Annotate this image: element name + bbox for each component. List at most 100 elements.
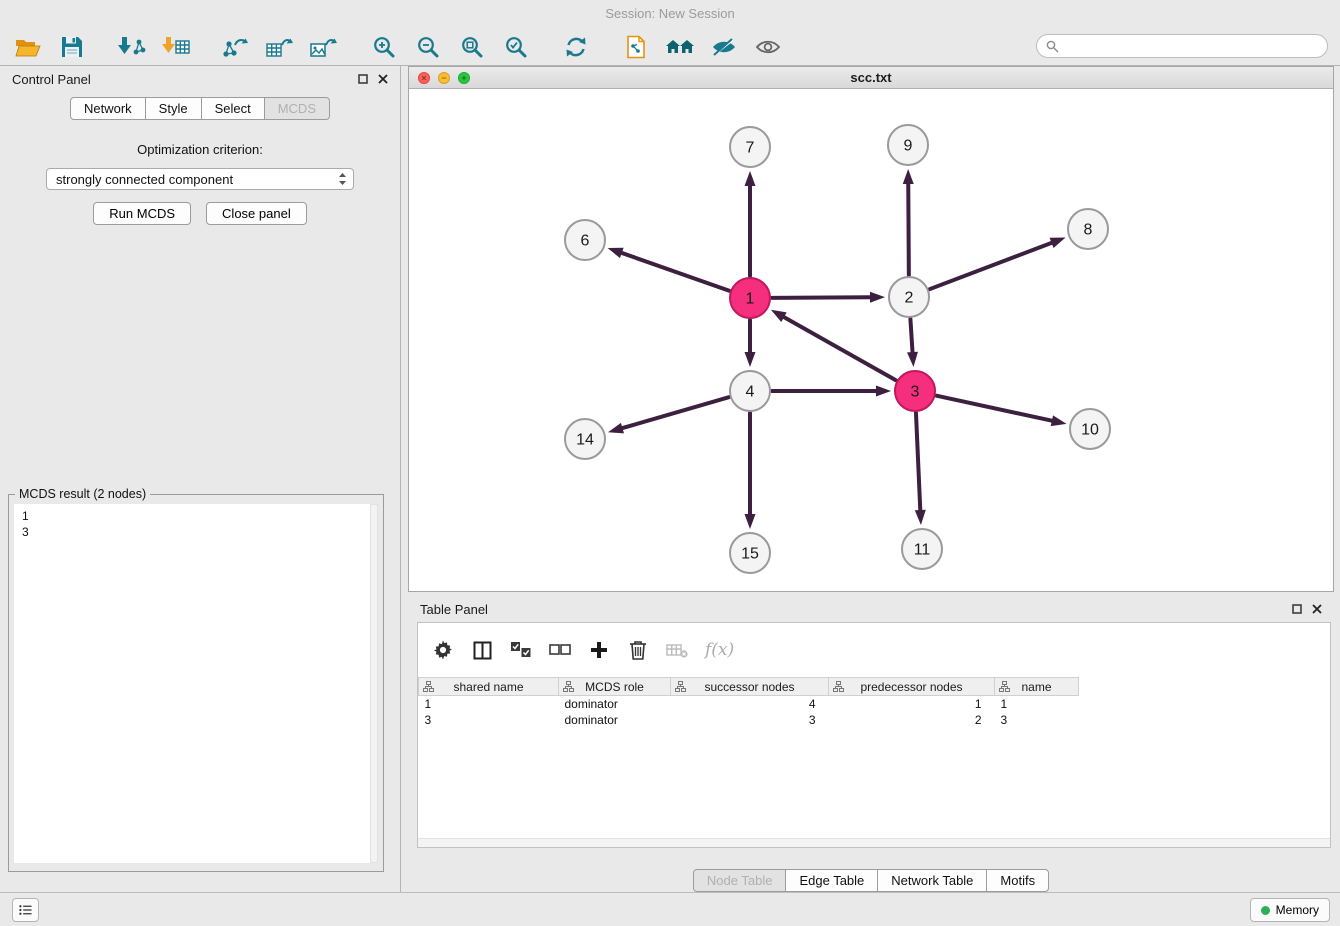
graph-edge-3-1[interactable] [771, 310, 896, 380]
graph-node-3[interactable]: 3 [895, 371, 935, 411]
optimization-criterion-label: Optimization criterion: [0, 142, 400, 157]
save-session-button[interactable] [54, 31, 90, 63]
graph-node-11[interactable]: 11 [902, 529, 942, 569]
table-horizontal-scrollbar[interactable] [418, 838, 1330, 847]
delete-column-button[interactable] [627, 640, 649, 660]
graph-node-2[interactable]: 2 [889, 277, 929, 317]
close-table-panel-button[interactable] [1312, 604, 1322, 614]
export-network-button[interactable] [218, 31, 254, 63]
graph-edge-2-9[interactable] [903, 169, 914, 275]
sort-hierarchy-icon [423, 681, 434, 695]
column-header-mcds-role[interactable]: MCDS role [559, 678, 671, 696]
float-table-panel-button[interactable] [1292, 604, 1302, 614]
tab-style[interactable]: Style [145, 97, 202, 120]
graph-node-6[interactable]: 6 [565, 220, 605, 260]
table-panel-title: Table Panel [420, 602, 488, 617]
zoom-in-button[interactable] [366, 31, 402, 63]
sort-hierarchy-icon [833, 681, 844, 695]
graph-edge-2-3[interactable] [907, 319, 918, 367]
column-header-shared-name[interactable]: shared name [419, 678, 559, 696]
memory-status-dot [1261, 906, 1270, 915]
refresh-view-button[interactable] [558, 31, 594, 63]
svg-text:3: 3 [911, 384, 920, 401]
eye-slash-icon [711, 36, 737, 58]
panel-menu-button[interactable] [12, 898, 39, 922]
close-panel-button-cp[interactable]: Close panel [206, 202, 307, 225]
control-panel-tabs: NetworkStyleSelectMCDS [0, 97, 400, 120]
close-panel-button[interactable] [378, 74, 388, 84]
graph-node-15[interactable]: 15 [730, 533, 770, 573]
graph-edge-3-11[interactable] [915, 413, 926, 525]
search-input[interactable] [1064, 38, 1318, 55]
tab-network-table[interactable]: Network Table [877, 869, 987, 892]
select-all-rows-button[interactable] [510, 641, 532, 659]
zoom-fit-button[interactable] [454, 31, 490, 63]
float-panel-button[interactable] [358, 74, 368, 84]
import-table-button[interactable] [158, 31, 194, 63]
graph-edge-1-6[interactable] [608, 248, 730, 291]
tab-select[interactable]: Select [201, 97, 265, 120]
graph-node-9[interactable]: 9 [888, 125, 928, 165]
table-panel: Table Panel [408, 596, 1334, 892]
delete-table-icon [666, 641, 688, 659]
column-header-successor-nodes[interactable]: successor nodes [671, 678, 829, 696]
table-cell: 1 [829, 696, 995, 712]
result-scrollbar[interactable] [370, 504, 378, 863]
graph-edge-1-2[interactable] [772, 292, 885, 303]
maximize-window-button[interactable]: + [458, 72, 470, 84]
tab-network[interactable]: Network [70, 97, 146, 120]
graph-node-14[interactable]: 14 [565, 419, 605, 459]
export-table-button[interactable] [262, 31, 298, 63]
graph-edge-1-4[interactable] [745, 320, 756, 367]
graph-node-10[interactable]: 10 [1070, 409, 1110, 449]
close-window-button[interactable]: × [418, 72, 430, 84]
zoom-out-button[interactable] [410, 31, 446, 63]
memory-button[interactable]: Memory [1250, 898, 1330, 922]
graph-edge-3-10[interactable] [936, 396, 1066, 426]
export-image-button[interactable] [306, 31, 342, 63]
minimize-window-button[interactable]: − [438, 72, 450, 84]
zoom-selected-icon [504, 35, 528, 59]
tab-node-table[interactable]: Node Table [693, 869, 787, 892]
columns-icon [473, 641, 492, 660]
graph-edge-4-14[interactable] [608, 397, 729, 433]
graph-node-8[interactable]: 8 [1068, 209, 1108, 249]
optimization-dropdown[interactable]: strongly connected component [46, 168, 354, 190]
deselect-all-rows-button[interactable] [549, 641, 571, 659]
status-bar: Memory [0, 892, 1340, 926]
graph-edge-4-3[interactable] [772, 386, 891, 397]
list-icon [19, 904, 32, 916]
float-window-icon [1292, 604, 1302, 614]
sort-hierarchy-icon [675, 681, 686, 695]
zoom-selected-button[interactable] [498, 31, 534, 63]
window-titlebar: Session: New Session [0, 0, 1340, 28]
tab-motifs[interactable]: Motifs [986, 869, 1049, 892]
open-session-button[interactable] [10, 31, 46, 63]
graph-node-7[interactable]: 7 [730, 127, 770, 167]
show-columns-button[interactable] [471, 641, 493, 660]
graph-node-4[interactable]: 4 [730, 371, 770, 411]
run-mcds-button[interactable]: Run MCDS [93, 202, 191, 225]
table-settings-button[interactable] [432, 640, 454, 660]
search-box [1036, 34, 1328, 58]
table-cell: 3 [419, 712, 559, 728]
graph-node-1[interactable]: 1 [730, 278, 770, 318]
home-button[interactable] [662, 31, 698, 63]
table-row[interactable]: 1dominator411 [419, 696, 1331, 712]
graphics-details-button[interactable] [706, 31, 742, 63]
tab-edge-table[interactable]: Edge Table [785, 869, 878, 892]
table-row[interactable]: 3dominator323 [419, 712, 1331, 728]
show-view-button[interactable] [750, 31, 786, 63]
graph-edge-2-8[interactable] [930, 238, 1066, 290]
import-network-button[interactable] [114, 31, 150, 63]
row-filler [1079, 712, 1331, 728]
column-header-predecessor-nodes[interactable]: predecessor nodes [829, 678, 995, 696]
network-document-button[interactable] [618, 31, 654, 63]
add-column-button[interactable] [588, 641, 610, 659]
column-header-name[interactable]: name [995, 678, 1079, 696]
graph-edge-1-7[interactable] [745, 171, 756, 276]
graph-edge-4-15[interactable] [745, 413, 756, 529]
network-canvas[interactable]: 7 9 6 8 1 2 4 3 14 10 15 11 [409, 89, 1333, 591]
function-builder-button: f(x) [705, 640, 734, 660]
tab-mcds[interactable]: MCDS [264, 97, 330, 120]
